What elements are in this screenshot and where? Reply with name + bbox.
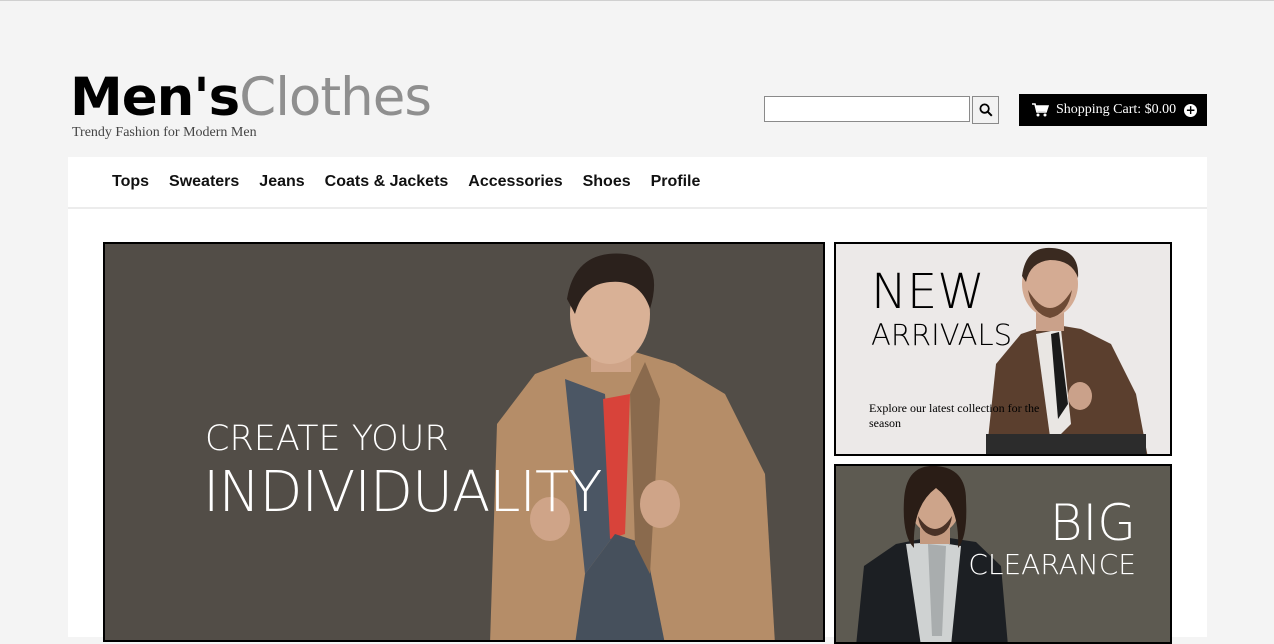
nav-item-tops[interactable]: Tops: [112, 173, 149, 191]
hero-line-1: CREATE YOUR: [205, 419, 449, 459]
search-input[interactable]: [764, 96, 970, 122]
clearance-subtitle: CLEARANCE: [968, 548, 1136, 581]
new-arrivals-banner[interactable]: NEW ARRIVALS Explore our latest collecti…: [834, 242, 1172, 456]
main-content: Tops Sweaters Jeans Coats & Jackets Acce…: [68, 157, 1207, 644]
plus-circle-icon[interactable]: +: [1184, 103, 1198, 117]
new-arrivals-title: NEW: [871, 264, 985, 320]
main-nav: Tops Sweaters Jeans Coats & Jackets Acce…: [68, 157, 1207, 209]
site-tagline: Trendy Fashion for Modern Men: [72, 125, 257, 140]
shopping-cart-icon: [1032, 103, 1049, 117]
nav-item-sweaters[interactable]: Sweaters: [169, 173, 239, 191]
hero-banner[interactable]: CREATE YOUR INDIVIDUALITY: [103, 242, 825, 642]
search-icon: [979, 103, 993, 117]
shopping-cart-button[interactable]: Shopping Cart: $0.00 +: [1019, 94, 1207, 126]
site-logo[interactable]: Men'sClothes: [70, 67, 432, 128]
cart-total-label: Shopping Cart: $0.00: [1056, 102, 1177, 117]
nav-item-jeans[interactable]: Jeans: [259, 173, 304, 191]
new-arrivals-description: Explore our latest collection for the se…: [869, 401, 1040, 430]
nav-item-shoes[interactable]: Shoes: [583, 173, 631, 191]
logo-bold-text: Men's: [70, 67, 240, 128]
nav-item-coats-jackets[interactable]: Coats & Jackets: [325, 173, 449, 191]
big-clearance-banner[interactable]: BIG CLEARANCE: [834, 464, 1172, 644]
logo-light-text: Clothes: [239, 67, 432, 128]
search-button[interactable]: [972, 96, 999, 124]
nav-item-profile[interactable]: Profile: [651, 173, 701, 191]
nav-item-accessories[interactable]: Accessories: [468, 173, 562, 191]
hero-line-2: INDIVIDUALITY: [203, 460, 602, 525]
new-arrivals-subtitle: ARRIVALS: [871, 318, 1013, 352]
clearance-title: BIG: [1049, 494, 1136, 552]
